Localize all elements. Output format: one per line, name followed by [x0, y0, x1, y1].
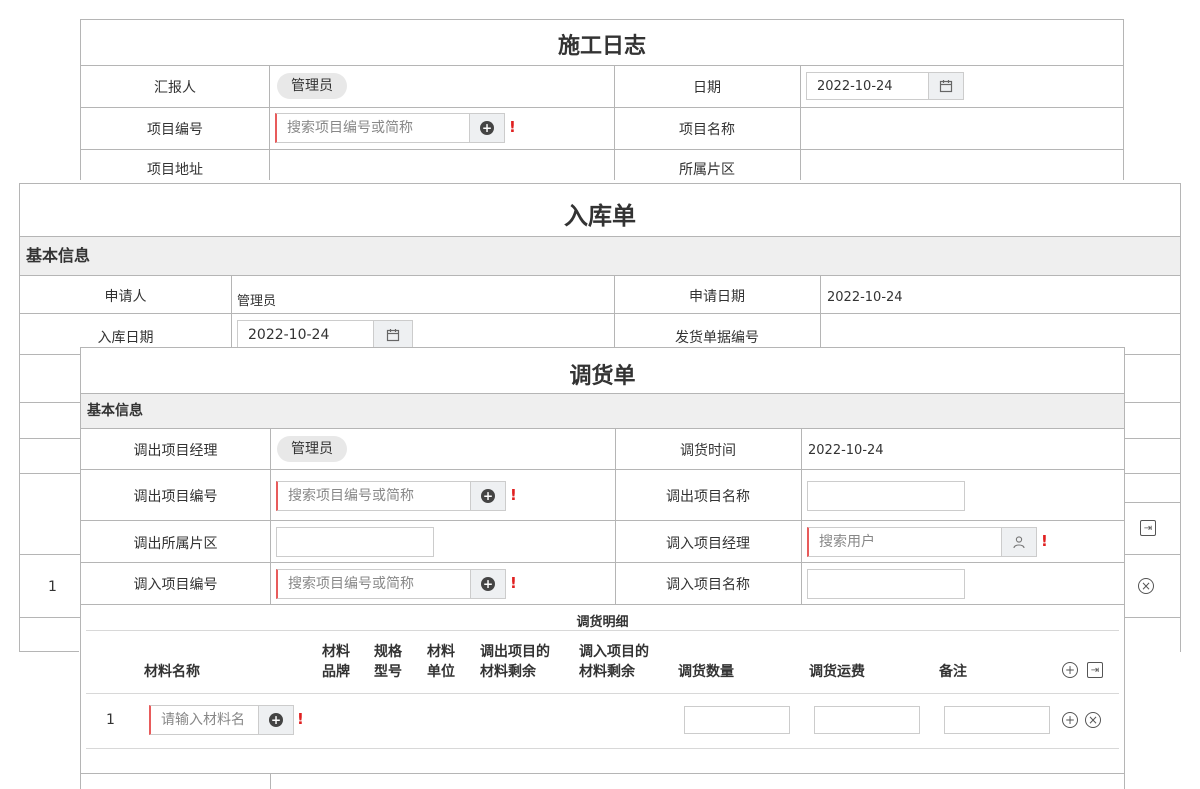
in-manager-search-input[interactable]: 搜索用户 [807, 527, 1037, 557]
in-project-no-placeholder: 搜索项目编号或简称 [288, 576, 414, 592]
date-label: 日期 [693, 80, 721, 96]
required-mark: ! [1041, 532, 1048, 550]
freight-field[interactable] [814, 706, 920, 734]
transfer-time-value: 2022-10-24 [808, 443, 884, 458]
out-project-no-label: 调出项目编号 [133, 489, 218, 505]
project-address-label: 项目地址 [147, 162, 203, 178]
required-mark: ! [510, 574, 517, 592]
plus-circle-icon: + [481, 489, 495, 503]
stock-in-date-label: 入库日期 [97, 330, 154, 346]
in-manager-label: 调入项目经理 [666, 536, 750, 552]
stock-in-row-index: 1 [48, 579, 57, 595]
out-project-name-field[interactable] [807, 481, 965, 511]
col-spec-1: 规格 [374, 644, 402, 660]
in-project-no-add-button[interactable]: + [470, 570, 505, 598]
user-icon[interactable] [1001, 528, 1036, 556]
material-placeholder: 请输入材料名 [161, 712, 245, 728]
date-field[interactable]: 2022-10-24 [806, 72, 964, 100]
in-project-name-label: 调入项目名称 [666, 577, 750, 593]
out-project-name-label: 调出项目名称 [666, 489, 750, 505]
out-project-no-add-button[interactable]: + [470, 482, 505, 510]
stock-in-date-field[interactable]: 2022-10-24 [237, 320, 413, 350]
plus-circle-icon: + [481, 577, 495, 591]
plus-circle-icon: + [480, 121, 494, 135]
out-project-no-search-input[interactable]: 搜索项目编号或简称 + [276, 481, 506, 511]
col-spec-2: 型号 [374, 664, 402, 680]
detail-title: 调货明细 [576, 615, 629, 630]
in-project-no-label: 调入项目编号 [133, 577, 218, 593]
district-label: 所属片区 [679, 162, 735, 178]
col-unit-2: 单位 [427, 664, 455, 680]
reporter-label: 汇报人 [154, 80, 196, 96]
material-add-button[interactable]: + [258, 706, 293, 734]
construction-log-panel: 施工日志 汇报人 管理员 日期 2022-10-24 项目编号 搜索项目编号或简… [80, 19, 1124, 180]
stock-in-title: 入库单 [564, 202, 636, 230]
out-manager-value: 管理员 [277, 436, 347, 462]
calendar-icon[interactable] [373, 321, 412, 349]
project-name-label: 项目名称 [679, 122, 735, 138]
col-unit-1: 材料 [427, 644, 455, 660]
plus-circle-icon: + [269, 713, 283, 727]
col-in-remain-1: 调入项目的 [579, 644, 649, 660]
plus-circle-icon[interactable]: + [1062, 662, 1078, 678]
out-manager-label: 调出项目经理 [133, 443, 218, 459]
import-icon[interactable]: ⇥ [1087, 662, 1103, 678]
out-project-no-placeholder: 搜索项目编号或简称 [288, 488, 414, 504]
times-circle-icon[interactable]: × [1085, 712, 1101, 728]
required-mark: ! [510, 486, 517, 504]
required-mark: ! [509, 118, 516, 136]
out-district-field[interactable] [276, 527, 434, 557]
in-manager-placeholder: 搜索用户 [819, 534, 875, 550]
calendar-icon[interactable] [928, 73, 963, 99]
times-circle-icon[interactable]: × [1138, 578, 1154, 594]
apply-date-value: 2022-10-24 [827, 290, 903, 305]
quantity-field[interactable] [684, 706, 790, 734]
col-quantity: 调货数量 [678, 664, 734, 680]
transfer-section-basic: 基本信息 [81, 394, 1124, 428]
col-out-remain-2: 材料剩余 [480, 664, 536, 680]
in-project-no-search-input[interactable]: 搜索项目编号或简称 + [276, 569, 506, 599]
delivery-no-label: 发货单据编号 [675, 330, 759, 346]
detail-row-index: 1 [106, 712, 115, 728]
col-freight: 调货运费 [809, 664, 865, 680]
transfer-title: 调货单 [569, 364, 636, 389]
stock-in-section-basic: 基本信息 [20, 237, 1180, 275]
plus-circle-icon[interactable]: + [1062, 712, 1078, 728]
in-project-name-field[interactable] [807, 569, 965, 599]
transfer-panel: 调货单 基本信息 调出项目经理 管理员 调货时间 2022-10-24 调出项目… [80, 347, 1125, 789]
stock-in-date-value: 2022-10-24 [248, 327, 330, 343]
date-value: 2022-10-24 [817, 79, 893, 94]
import-icon[interactable]: ⇥ [1140, 520, 1156, 536]
col-in-remain-2: 材料剩余 [579, 664, 635, 680]
apply-date-label: 申请日期 [689, 289, 745, 305]
reporter-value: 管理员 [277, 73, 347, 99]
applicant-label: 申请人 [104, 289, 147, 305]
col-brand-1: 材料 [322, 644, 350, 660]
col-brand-2: 品牌 [322, 664, 350, 680]
transfer-time-label: 调货时间 [680, 443, 736, 459]
col-out-remain-1: 调出项目的 [480, 644, 550, 660]
applicant-value: 管理员 [237, 294, 277, 309]
project-no-placeholder: 搜索项目编号或简称 [287, 120, 413, 136]
col-remark: 备注 [939, 664, 967, 680]
project-no-label: 项目编号 [147, 122, 203, 138]
material-search-input[interactable]: 请输入材料名 + [149, 705, 294, 735]
required-mark: ! [297, 710, 304, 728]
col-material-name: 材料名称 [144, 664, 200, 680]
project-no-add-button[interactable]: + [469, 114, 504, 142]
construction-log-title: 施工日志 [557, 34, 646, 59]
project-no-search-input[interactable]: 搜索项目编号或简称 + [275, 113, 505, 143]
remark-field[interactable] [944, 706, 1050, 734]
out-district-label: 调出所属片区 [133, 536, 218, 552]
